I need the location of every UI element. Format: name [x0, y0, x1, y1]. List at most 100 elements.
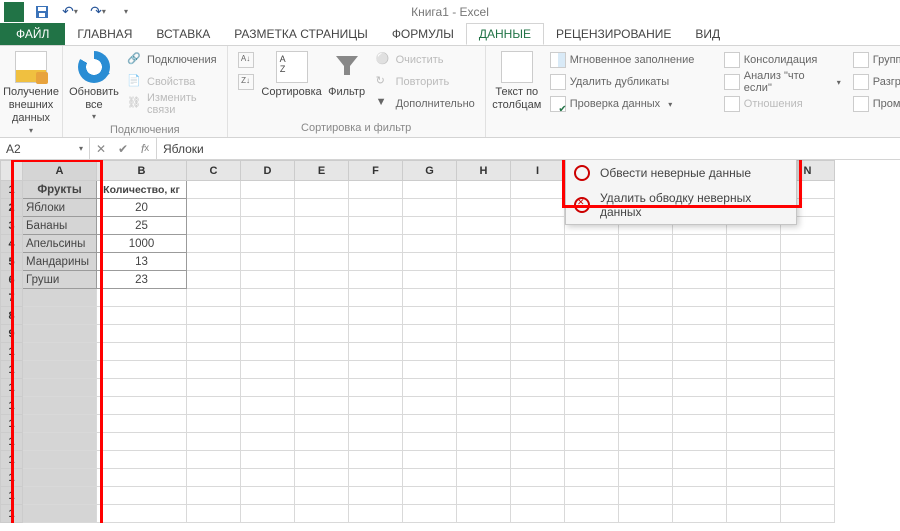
cell-I15[interactable]: [511, 433, 565, 451]
cell-D16[interactable]: [241, 451, 295, 469]
cell-L12[interactable]: [673, 379, 727, 397]
formula-input[interactable]: Яблоки: [157, 138, 900, 159]
cell-D7[interactable]: [241, 289, 295, 307]
cell-N4[interactable]: [781, 235, 835, 253]
cell-F15[interactable]: [349, 433, 403, 451]
row-header-18[interactable]: 1: [1, 487, 23, 505]
cell-K6[interactable]: [619, 271, 673, 289]
cell-C16[interactable]: [187, 451, 241, 469]
cell-A8[interactable]: [23, 307, 97, 325]
cell-J17[interactable]: [565, 469, 619, 487]
cell-F1[interactable]: [349, 181, 403, 199]
cell-A19[interactable]: [23, 505, 97, 523]
cell-B18[interactable]: [97, 487, 187, 505]
cell-C19[interactable]: [187, 505, 241, 523]
cell-I5[interactable]: [511, 253, 565, 271]
row-header-6[interactable]: 6: [1, 271, 23, 289]
cell-F3[interactable]: [349, 217, 403, 235]
cell-C2[interactable]: [187, 199, 241, 217]
cell-D19[interactable]: [241, 505, 295, 523]
cell-J14[interactable]: [565, 415, 619, 433]
cell-G13[interactable]: [403, 397, 457, 415]
cell-D3[interactable]: [241, 217, 295, 235]
cell-G17[interactable]: [403, 469, 457, 487]
refresh-all-button[interactable]: Обновить все ▾: [69, 49, 119, 124]
cancel-formula-button[interactable]: ✕: [90, 138, 112, 159]
cell-H1[interactable]: [457, 181, 511, 199]
row-header-15[interactable]: 1: [1, 433, 23, 451]
cell-A2[interactable]: Яблоки: [23, 199, 97, 217]
cell-N16[interactable]: [781, 451, 835, 469]
row-header-9[interactable]: 9: [1, 325, 23, 343]
column-header-B[interactable]: B: [97, 161, 187, 181]
cell-E12[interactable]: [295, 379, 349, 397]
cell-M6[interactable]: [727, 271, 781, 289]
cell-B12[interactable]: [97, 379, 187, 397]
cell-J6[interactable]: [565, 271, 619, 289]
cell-A9[interactable]: [23, 325, 97, 343]
cell-I14[interactable]: [511, 415, 565, 433]
cell-I12[interactable]: [511, 379, 565, 397]
cell-D17[interactable]: [241, 469, 295, 487]
cell-N15[interactable]: [781, 433, 835, 451]
cell-E3[interactable]: [295, 217, 349, 235]
cell-I17[interactable]: [511, 469, 565, 487]
cell-G4[interactable]: [403, 235, 457, 253]
cell-L9[interactable]: [673, 325, 727, 343]
cell-B11[interactable]: [97, 361, 187, 379]
cell-A15[interactable]: [23, 433, 97, 451]
subtotal-button[interactable]: Проме: [849, 93, 899, 115]
cell-A5[interactable]: Мандарины: [23, 253, 97, 271]
connections-button[interactable]: 🔗Подключения: [123, 49, 221, 71]
cell-M11[interactable]: [727, 361, 781, 379]
cell-I7[interactable]: [511, 289, 565, 307]
cell-H3[interactable]: [457, 217, 511, 235]
cell-D10[interactable]: [241, 343, 295, 361]
cell-D13[interactable]: [241, 397, 295, 415]
cell-M7[interactable]: [727, 289, 781, 307]
cell-K15[interactable]: [619, 433, 673, 451]
cell-K12[interactable]: [619, 379, 673, 397]
cell-I16[interactable]: [511, 451, 565, 469]
cell-L18[interactable]: [673, 487, 727, 505]
cell-B4[interactable]: 1000: [97, 235, 187, 253]
fx-button[interactable]: fx: [134, 138, 156, 159]
cell-L13[interactable]: [673, 397, 727, 415]
cell-L16[interactable]: [673, 451, 727, 469]
tab-view[interactable]: ВИД: [683, 23, 732, 45]
cell-N7[interactable]: [781, 289, 835, 307]
cell-E2[interactable]: [295, 199, 349, 217]
cell-B15[interactable]: [97, 433, 187, 451]
cell-D14[interactable]: [241, 415, 295, 433]
cell-L7[interactable]: [673, 289, 727, 307]
cell-H14[interactable]: [457, 415, 511, 433]
tab-home[interactable]: ГЛАВНАЯ: [65, 23, 144, 45]
cell-K5[interactable]: [619, 253, 673, 271]
row-header-1[interactable]: 1: [1, 181, 23, 199]
cell-C6[interactable]: [187, 271, 241, 289]
cell-D1[interactable]: [241, 181, 295, 199]
cell-B2[interactable]: 20: [97, 199, 187, 217]
cell-F7[interactable]: [349, 289, 403, 307]
cell-F17[interactable]: [349, 469, 403, 487]
cell-G9[interactable]: [403, 325, 457, 343]
cell-N12[interactable]: [781, 379, 835, 397]
cell-C12[interactable]: [187, 379, 241, 397]
cell-N10[interactable]: [781, 343, 835, 361]
cell-C7[interactable]: [187, 289, 241, 307]
filter-button[interactable]: Фильтр: [326, 49, 368, 115]
cell-B13[interactable]: [97, 397, 187, 415]
cell-L11[interactable]: [673, 361, 727, 379]
cell-I1[interactable]: [511, 181, 565, 199]
cell-F5[interactable]: [349, 253, 403, 271]
cell-J8[interactable]: [565, 307, 619, 325]
cell-G1[interactable]: [403, 181, 457, 199]
cell-M19[interactable]: [727, 505, 781, 523]
cell-A1[interactable]: Фрукты: [23, 181, 97, 199]
cell-N9[interactable]: [781, 325, 835, 343]
cell-D11[interactable]: [241, 361, 295, 379]
name-box[interactable]: A2▾: [0, 138, 90, 159]
cell-K13[interactable]: [619, 397, 673, 415]
undo-button[interactable]: ↶▾: [60, 2, 80, 22]
cell-K14[interactable]: [619, 415, 673, 433]
